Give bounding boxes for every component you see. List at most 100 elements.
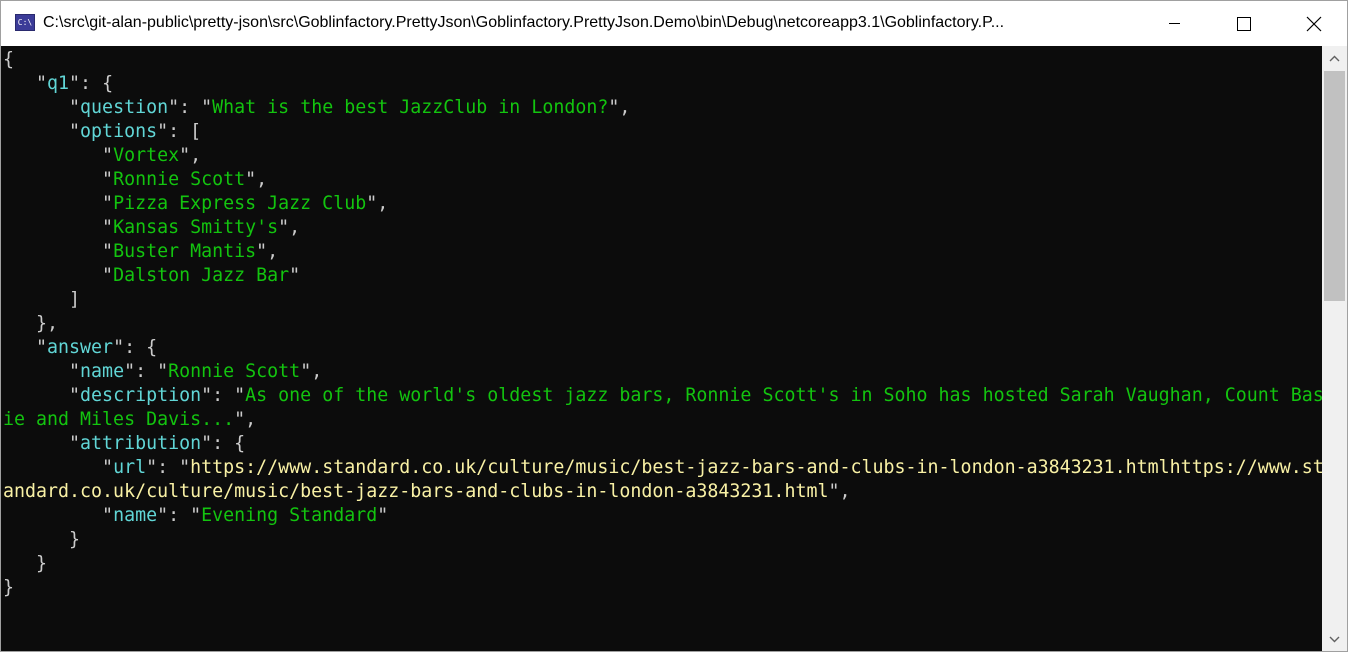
json-key: q1 [47, 73, 70, 94]
json-punctuation: ", [245, 169, 268, 190]
json-punctuation: " [3, 505, 114, 526]
console-line: "options": [ [3, 120, 201, 144]
json-punctuation: ", [278, 217, 301, 238]
console-line: "name": "Evening Standard" [3, 504, 388, 528]
vertical-scrollbar[interactable] [1322, 46, 1347, 651]
json-punctuation: ": [ [157, 121, 202, 142]
console-line: "Pizza Express Jazz Club", [3, 192, 388, 216]
window-title: C:\src\git-alan-public\pretty-json\src\G… [43, 14, 1005, 31]
json-punctuation: } [3, 577, 15, 598]
json-punctuation: ": " [157, 505, 202, 526]
json-string: What is the best JazzClub in London? [212, 97, 609, 118]
json-punctuation: ", [179, 145, 202, 166]
json-punctuation: ", [256, 241, 279, 262]
json-punctuation: " [3, 433, 81, 454]
json-punctuation: " [3, 73, 48, 94]
json-punctuation: " [3, 97, 81, 118]
json-punctuation: " [3, 337, 48, 358]
json-string: Pizza Express Jazz Club [113, 193, 367, 214]
console-line: }, [3, 312, 58, 336]
json-punctuation: { [3, 49, 15, 70]
scroll-up-button[interactable] [1322, 46, 1347, 70]
title-bar[interactable]: C:\ C:\src\git-alan-public\pretty-json\s… [1, 1, 1347, 46]
json-key: attribution [80, 433, 202, 454]
json-url: andard.co.uk/culture/music/best-jazz-bar… [3, 481, 829, 502]
console-line: "description": "As one of the world's ol… [3, 384, 1322, 408]
json-string: Evening Standard [201, 505, 378, 526]
console-app-icon: C:\ [15, 14, 35, 31]
scrollbar-thumb[interactable] [1324, 71, 1345, 301]
json-punctuation: ", [300, 361, 323, 382]
json-url: https://www.standard.co.uk/culture/music… [190, 457, 1322, 478]
console-line: "Dalston Jazz Bar" [3, 264, 300, 288]
json-key: answer [47, 337, 114, 358]
json-punctuation: " [289, 265, 301, 286]
json-punctuation: } [3, 553, 48, 574]
console-line: "url": "https://www.standard.co.uk/cultu… [3, 456, 1322, 480]
close-button[interactable] [1291, 1, 1337, 46]
console-line: ] [3, 288, 80, 312]
console-line: { [3, 48, 14, 72]
json-punctuation: " [3, 265, 114, 286]
console-line: "name": "Ronnie Scott", [3, 360, 322, 384]
scroll-down-button[interactable] [1322, 627, 1347, 651]
console-line: "attribution": { [3, 432, 245, 456]
console-line: } [3, 576, 14, 600]
json-punctuation: ": " [168, 97, 213, 118]
console-line: ie and Miles Davis...", [3, 408, 256, 432]
maximize-button[interactable] [1221, 1, 1267, 46]
json-string: Kansas Smitty's [113, 217, 279, 238]
json-punctuation: " [377, 505, 389, 526]
json-key: description [80, 385, 202, 406]
json-punctuation: ": { [113, 337, 158, 358]
json-string: Buster Mantis [113, 241, 257, 262]
minimize-icon [1168, 23, 1180, 24]
json-punctuation: " [3, 361, 81, 382]
json-punctuation: " [3, 241, 114, 262]
json-string: Dalston Jazz Bar [113, 265, 290, 286]
json-string: Ronnie Scott [168, 361, 301, 382]
json-punctuation: " [3, 145, 114, 166]
console-line: } [3, 528, 80, 552]
maximize-icon [1237, 16, 1251, 31]
json-punctuation: " [3, 169, 114, 190]
json-string: As one of the world's oldest jazz bars, … [245, 385, 1322, 406]
console-line: } [3, 552, 47, 576]
json-punctuation: } [3, 529, 81, 550]
json-key: url [113, 457, 147, 478]
json-string: Ronnie Scott [113, 169, 246, 190]
json-string: Vortex [113, 145, 180, 166]
json-punctuation: " [3, 457, 114, 478]
json-key: name [80, 361, 125, 382]
json-key: options [80, 121, 158, 142]
json-punctuation: ] [3, 289, 81, 310]
json-punctuation: ": " [124, 361, 169, 382]
json-punctuation: ", [828, 481, 851, 502]
console-line: "Buster Mantis", [3, 240, 278, 264]
json-punctuation: ": { [69, 73, 114, 94]
minimize-button[interactable] [1151, 1, 1197, 46]
console-line: "answer": { [3, 336, 157, 360]
json-key: name [113, 505, 158, 526]
json-punctuation: ": " [201, 385, 246, 406]
console-line: "Vortex", [3, 144, 201, 168]
json-punctuation: " [3, 385, 81, 406]
console-window: C:\ C:\src\git-alan-public\pretty-json\s… [0, 0, 1348, 652]
close-icon [1306, 16, 1322, 31]
console-line: "q1": { [3, 72, 113, 96]
chevron-down-icon [1329, 636, 1340, 642]
json-punctuation: ": { [201, 433, 246, 454]
json-punctuation: ", [608, 97, 631, 118]
json-string: ie and Miles Davis... [3, 409, 235, 430]
console-line: andard.co.uk/culture/music/best-jazz-bar… [3, 480, 850, 504]
json-punctuation: ": " [146, 457, 191, 478]
json-punctuation: ", [366, 193, 389, 214]
json-punctuation: ", [234, 409, 257, 430]
console-output[interactable]: { "q1": { "question": "What is the best … [1, 46, 1322, 651]
json-key: question [80, 97, 169, 118]
console-line: "Kansas Smitty's", [3, 216, 300, 240]
json-punctuation: " [3, 121, 81, 142]
console-line: "Ronnie Scott", [3, 168, 267, 192]
console-line: "question": "What is the best JazzClub i… [3, 96, 630, 120]
json-punctuation: " [3, 193, 114, 214]
